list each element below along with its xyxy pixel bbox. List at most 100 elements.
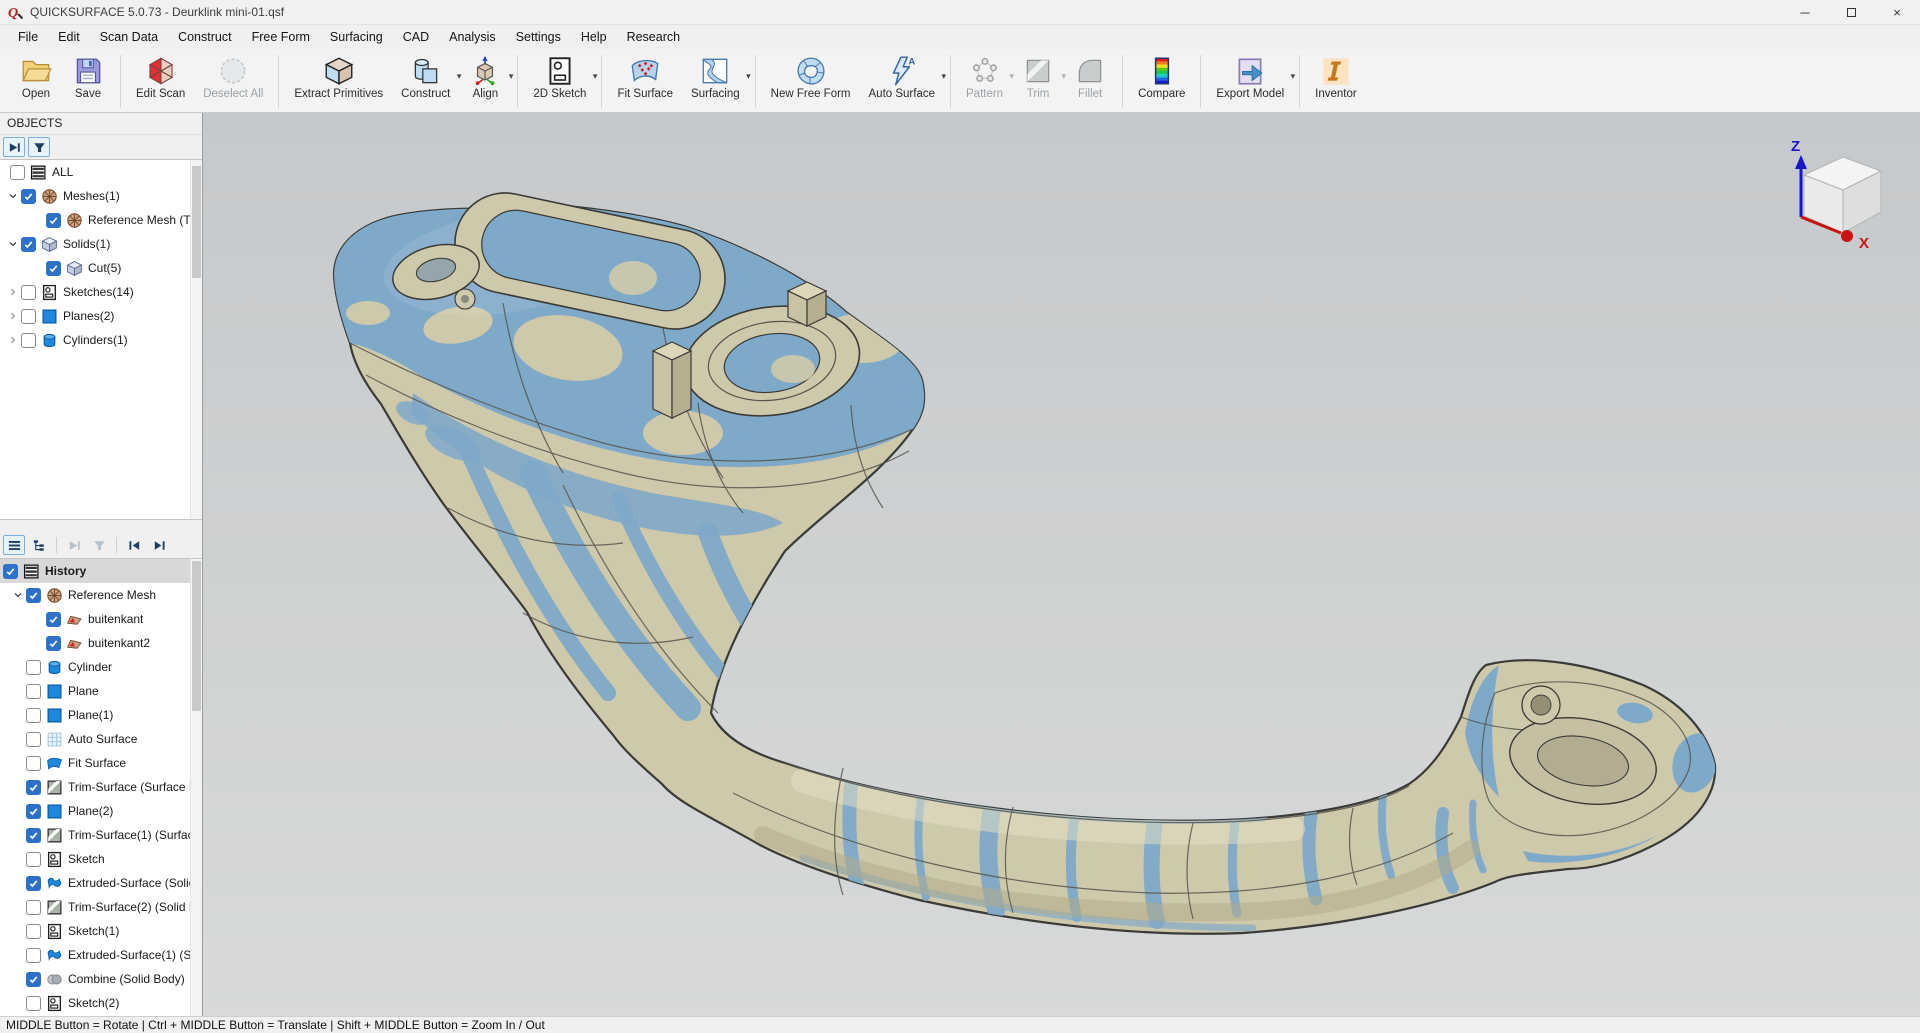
- menu-surfacing[interactable]: Surfacing: [320, 27, 393, 47]
- visibility-checkbox[interactable]: [26, 852, 41, 867]
- visibility-checkbox[interactable]: [26, 876, 41, 891]
- dropdown-arrow-icon[interactable]: ▾: [1291, 71, 1296, 82]
- panel-button-list-view[interactable]: [3, 535, 25, 555]
- panel-button-go-last[interactable]: [148, 535, 170, 555]
- objects-tree-item-all[interactable]: ALL: [0, 160, 202, 184]
- history-tree-scrollbar[interactable]: [190, 559, 202, 1016]
- history-tree-item-combine-solid-body[interactable]: Combine (Solid Body): [0, 967, 202, 991]
- history-tree-item-buitenkant2[interactable]: buitenkant2: [0, 631, 202, 655]
- chevron-right-icon[interactable]: [5, 332, 21, 348]
- toolbar-button-open[interactable]: Open: [10, 51, 62, 112]
- toolbar-button-construct[interactable]: Construct▾: [392, 51, 459, 112]
- panel-button-filter[interactable]: [88, 535, 110, 555]
- visibility-checkbox[interactable]: [26, 900, 41, 915]
- view-cube[interactable]: Z X: [1791, 138, 1881, 252]
- menu-free-form[interactable]: Free Form: [242, 27, 320, 47]
- history-tree-item-sketch-1[interactable]: Sketch(1): [0, 919, 202, 943]
- visibility-checkbox[interactable]: [3, 564, 18, 579]
- history-tree-item-plane-2[interactable]: Plane(2): [0, 799, 202, 823]
- objects-tree-item-cylinders-1[interactable]: Cylinders(1): [0, 328, 202, 352]
- toolbar-button-edit-scan[interactable]: Edit Scan: [127, 51, 194, 112]
- panel-button-show-selected[interactable]: [3, 137, 25, 157]
- objects-tree-scrollbar[interactable]: [190, 160, 202, 519]
- menu-file[interactable]: File: [8, 27, 48, 47]
- menu-cad[interactable]: CAD: [393, 27, 439, 47]
- history-tree-item-trim-surface-2-solid-e[interactable]: Trim-Surface(2) (Solid E: [0, 895, 202, 919]
- visibility-checkbox[interactable]: [26, 780, 41, 795]
- history-tree-item-plane-1[interactable]: Plane(1): [0, 703, 202, 727]
- visibility-checkbox[interactable]: [46, 261, 61, 276]
- visibility-checkbox[interactable]: [26, 588, 41, 603]
- history-tree-item-extruded-surface-1-so[interactable]: Extruded-Surface(1) (So: [0, 943, 202, 967]
- chevron-down-icon[interactable]: [5, 188, 21, 204]
- menu-analysis[interactable]: Analysis: [439, 27, 506, 47]
- history-tree-item-fit-surface[interactable]: Fit Surface: [0, 751, 202, 775]
- history-tree-item-buitenkant[interactable]: buitenkant: [0, 607, 202, 631]
- menu-construct[interactable]: Construct: [168, 27, 242, 47]
- visibility-checkbox[interactable]: [26, 972, 41, 987]
- visibility-checkbox[interactable]: [26, 660, 41, 675]
- visibility-checkbox[interactable]: [26, 924, 41, 939]
- history-tree-item-sketch-2[interactable]: Sketch(2): [0, 991, 202, 1015]
- visibility-checkbox[interactable]: [10, 165, 25, 180]
- objects-tree-item-reference-mesh-t-625[interactable]: Reference Mesh (T: 625: [0, 208, 202, 232]
- visibility-checkbox[interactable]: [26, 948, 41, 963]
- toolbar-button-fit-surface[interactable]: Fit Surface: [608, 51, 682, 112]
- visibility-checkbox[interactable]: [21, 285, 36, 300]
- toolbar-button-export-model[interactable]: Export Model▾: [1207, 51, 1293, 112]
- toolbar-button-new-free-form[interactable]: New Free Form: [762, 51, 860, 112]
- history-tree-item-trim-surface-surface-e[interactable]: Trim-Surface (Surface E: [0, 775, 202, 799]
- panel-button-show-selected[interactable]: [63, 535, 85, 555]
- panel-button-tree-view[interactable]: [28, 535, 50, 555]
- chevron-right-icon[interactable]: [5, 284, 21, 300]
- history-tree-item-history[interactable]: History: [0, 559, 202, 583]
- chevron-down-icon[interactable]: [10, 587, 26, 603]
- menu-help[interactable]: Help: [571, 27, 617, 47]
- close-button[interactable]: ×: [1874, 0, 1920, 24]
- menu-research[interactable]: Research: [617, 27, 691, 47]
- visibility-checkbox[interactable]: [21, 333, 36, 348]
- toolbar-button-deselect-all[interactable]: Deselect All: [194, 51, 272, 112]
- objects-tree-item-planes-2[interactable]: Planes(2): [0, 304, 202, 328]
- visibility-checkbox[interactable]: [26, 828, 41, 843]
- toolbar-button-fillet[interactable]: Fillet: [1064, 51, 1116, 112]
- visibility-checkbox[interactable]: [26, 804, 41, 819]
- menu-scan-data[interactable]: Scan Data: [90, 27, 168, 47]
- panel-button-filter[interactable]: [28, 137, 50, 157]
- toolbar-button-auto-surface[interactable]: AAuto Surface▾: [860, 51, 944, 112]
- dropdown-arrow-icon[interactable]: ▾: [509, 71, 514, 82]
- objects-tree-item-cut-5[interactable]: Cut(5): [0, 256, 202, 280]
- visibility-checkbox[interactable]: [46, 636, 61, 651]
- visibility-checkbox[interactable]: [46, 612, 61, 627]
- maximize-button[interactable]: [1828, 0, 1874, 24]
- toolbar-button-2d-sketch[interactable]: 2D Sketch▾: [524, 51, 595, 112]
- visibility-checkbox[interactable]: [26, 996, 41, 1011]
- visibility-checkbox[interactable]: [21, 189, 36, 204]
- objects-tree-item-meshes-1[interactable]: Meshes(1): [0, 184, 202, 208]
- visibility-checkbox[interactable]: [21, 309, 36, 324]
- panel-button-go-first[interactable]: [123, 535, 145, 555]
- toolbar-button-align[interactable]: Align▾: [459, 51, 511, 112]
- visibility-checkbox[interactable]: [26, 708, 41, 723]
- visibility-checkbox[interactable]: [26, 684, 41, 699]
- dropdown-arrow-icon[interactable]: ▾: [941, 71, 946, 82]
- menu-settings[interactable]: Settings: [506, 27, 571, 47]
- toolbar-button-compare[interactable]: Compare: [1129, 51, 1194, 112]
- panel-splitter[interactable]: [0, 519, 202, 532]
- history-tree-item-plane[interactable]: Plane: [0, 679, 202, 703]
- history-tree-item-reference-mesh[interactable]: Reference Mesh: [0, 583, 202, 607]
- viewport-3d[interactable]: Z X: [203, 113, 1920, 1016]
- history-tree-item-extruded-surface-solid[interactable]: Extruded-Surface (Solid: [0, 871, 202, 895]
- minimize-button[interactable]: ─: [1782, 0, 1828, 24]
- toolbar-button-trim[interactable]: Trim▾: [1012, 51, 1064, 112]
- visibility-checkbox[interactable]: [26, 732, 41, 747]
- dropdown-arrow-icon[interactable]: ▾: [746, 71, 751, 82]
- toolbar-button-inventor[interactable]: Inventor: [1306, 51, 1366, 112]
- history-tree-item-sketch[interactable]: Sketch: [0, 847, 202, 871]
- toolbar-button-save[interactable]: Save: [62, 51, 114, 112]
- scrollbar-thumb[interactable]: [192, 561, 201, 711]
- dropdown-arrow-icon[interactable]: ▾: [593, 71, 598, 82]
- objects-tree-item-sketches-14[interactable]: Sketches(14): [0, 280, 202, 304]
- scrollbar-thumb[interactable]: [192, 166, 201, 278]
- chevron-right-icon[interactable]: [5, 308, 21, 324]
